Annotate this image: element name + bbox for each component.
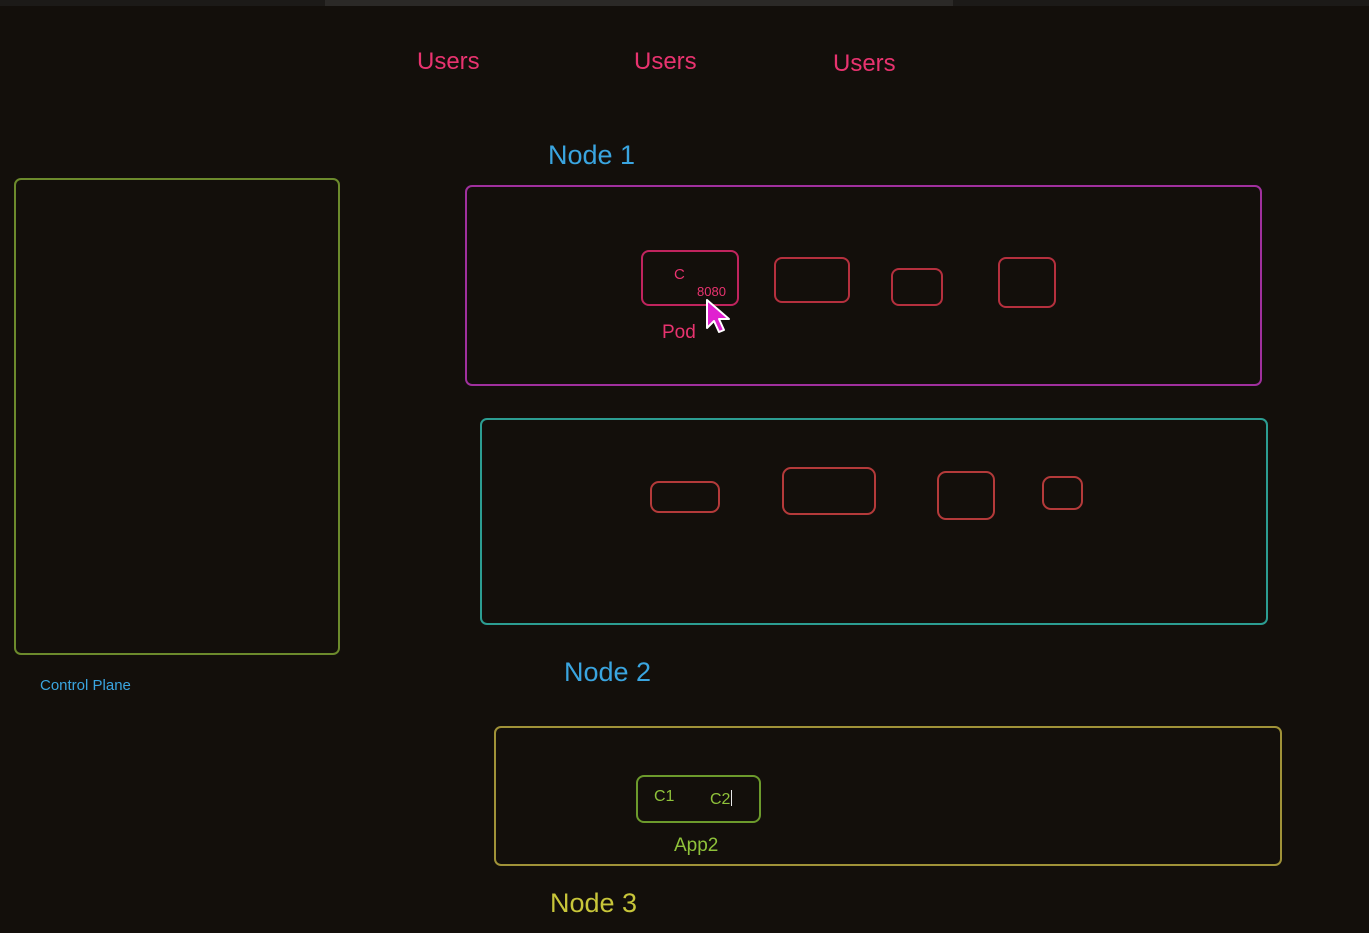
node3-box	[494, 726, 1282, 866]
node2-pod-1	[650, 481, 720, 513]
node1-label: Node 1	[548, 140, 636, 170]
whiteboard-canvas: Users Users Users Control Plane Node 1 C…	[0, 0, 1369, 933]
toolbar-segment	[325, 0, 953, 6]
app2-container-c1: C1	[654, 788, 675, 805]
node2-label: Node 2	[564, 657, 652, 687]
pod-label: Pod	[662, 322, 696, 343]
users-label-2: Users	[634, 48, 697, 75]
node2-pod-2	[782, 467, 876, 515]
pod-container-label: C	[674, 266, 685, 283]
users-label-1: Users	[417, 48, 480, 75]
node1-pod-2	[774, 257, 850, 303]
text-caret	[731, 790, 733, 806]
pod-port-label: 8080	[697, 284, 726, 299]
control-plane-label: Control Plane	[40, 677, 131, 694]
node2-pod-3	[937, 471, 995, 520]
users-label-3: Users	[833, 50, 896, 77]
top-toolbar-strip	[0, 0, 1369, 6]
app2-container-c2-text: C2	[710, 791, 731, 808]
node1-box	[465, 185, 1262, 386]
node2-box	[480, 418, 1268, 625]
node3-label: Node 3	[550, 888, 638, 918]
control-plane-box	[14, 178, 340, 655]
app2-container-c2: C2	[710, 790, 733, 809]
node2-pod-4	[1042, 476, 1083, 510]
node1-pod-4	[998, 257, 1056, 308]
app2-label: App2	[674, 835, 719, 856]
node1-pod-3	[891, 268, 943, 306]
mouse-pointer-icon	[704, 298, 732, 341]
